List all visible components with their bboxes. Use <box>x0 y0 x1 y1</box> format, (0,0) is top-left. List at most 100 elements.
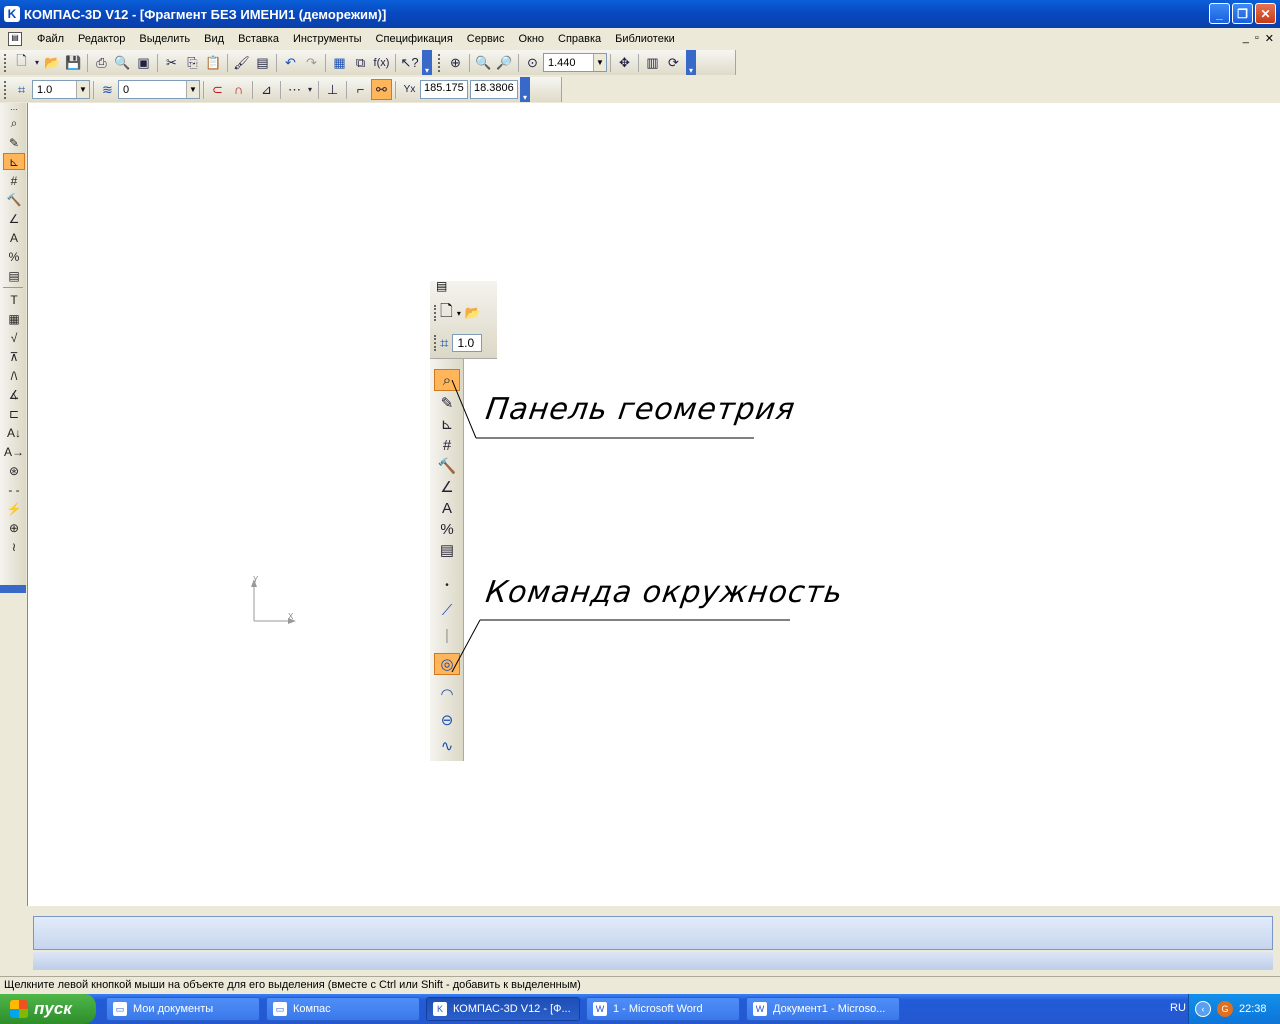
hammer-icon[interactable]: 🔨 <box>3 191 25 208</box>
menu-select[interactable]: Выделить <box>132 33 197 45</box>
zoom-window-icon[interactable]: ⊕ <box>445 52 466 73</box>
tray-app-icon[interactable]: G <box>1217 1001 1233 1017</box>
refresh-icon[interactable]: ⟳ <box>663 52 684 73</box>
grid-dropdown-icon[interactable]: ▾ <box>305 79 315 100</box>
mdi-minimize-button[interactable]: _ <box>1243 32 1249 45</box>
ortho-mode-icon[interactable]: ⌐ <box>350 79 371 100</box>
chevron-down-icon[interactable]: ▼ <box>76 81 89 98</box>
geometry-panel-icon[interactable]: ⌕ <box>3 115 25 132</box>
chevron-down-icon[interactable]: ▼ <box>186 81 199 98</box>
grid-panel-icon[interactable]: # <box>3 172 25 189</box>
cut-icon[interactable]: ✂ <box>161 52 182 73</box>
axis-line-icon[interactable]: - - <box>3 481 25 498</box>
lightning-icon[interactable]: ⚡ <box>3 500 25 517</box>
document-icon[interactable]: ▤ <box>8 32 22 46</box>
snap-settings-icon[interactable]: ∩ <box>228 79 249 100</box>
orthogonal-icon[interactable]: ⊥ <box>322 79 343 100</box>
toolbar-options-icon[interactable]: ▾ <box>422 50 432 75</box>
menu-view[interactable]: Вид <box>197 33 231 45</box>
toolbar-grip[interactable] <box>4 80 7 99</box>
view-arrow-icon[interactable]: A→ <box>3 443 25 460</box>
position-icon[interactable]: ∡ <box>3 386 25 403</box>
new-document-icon[interactable]: 🗋 <box>11 52 32 73</box>
chevron-left-icon[interactable]: ‹ <box>1195 1001 1211 1017</box>
print-icon[interactable]: ⎙ <box>91 52 112 73</box>
layer-combo[interactable]: 0 ▼ <box>118 80 200 99</box>
task-kompas-app[interactable]: K КОМПАС-3D V12 - [Ф... <box>426 997 580 1021</box>
dimensions-icon[interactable]: ⊾ <box>3 153 25 170</box>
properties-icon[interactable]: ▤ <box>252 52 273 73</box>
start-button[interactable]: пуск <box>0 994 96 1024</box>
spec-icon[interactable]: ▤ <box>3 267 25 284</box>
format-brush-icon[interactable]: 🖌 <box>231 52 252 73</box>
clock[interactable]: 22:38 <box>1239 1003 1267 1015</box>
local-cs-icon[interactable]: ⊿ <box>256 79 277 100</box>
menu-file[interactable]: Файл <box>30 33 71 45</box>
menu-window[interactable]: Окно <box>511 33 551 45</box>
measure-icon[interactable]: A <box>3 229 25 246</box>
copy-icon[interactable]: ⎘ <box>182 52 203 73</box>
coord-y-field[interactable]: 18.3806 <box>470 80 518 99</box>
manager-icon[interactable]: ▦ <box>329 52 350 73</box>
edit-icon[interactable]: ✎ <box>3 134 25 151</box>
toolbar-grip[interactable] <box>4 53 7 72</box>
variables-fx-icon[interactable]: f(x) <box>371 52 392 73</box>
node-icon[interactable]: ⊛ <box>3 462 25 479</box>
zoom-in-icon[interactable]: 🔍 <box>473 52 494 73</box>
menu-editor[interactable]: Редактор <box>71 33 132 45</box>
menu-service[interactable]: Сервис <box>460 33 512 45</box>
leader-icon[interactable]: /\ <box>3 367 25 384</box>
menu-tools[interactable]: Инструменты <box>286 33 369 45</box>
toolbar-options-icon[interactable]: ▾ <box>686 50 696 75</box>
open-icon[interactable]: 📂 <box>42 52 63 73</box>
wave-line-icon[interactable]: ≀ <box>3 538 25 555</box>
chevron-down-icon[interactable]: ▼ <box>593 54 606 71</box>
coord-x-field[interactable]: 185.175 <box>420 80 468 99</box>
language-indicator[interactable]: RU <box>1170 1002 1186 1014</box>
new-dropdown-icon[interactable]: ▾ <box>32 52 42 73</box>
print-preview-icon[interactable]: 🔍 <box>112 52 133 73</box>
grid-icon[interactable]: ⋯ <box>284 79 305 100</box>
undo-icon[interactable]: ↶ <box>280 52 301 73</box>
show-all-icon[interactable]: ▥ <box>642 52 663 73</box>
task-kompas-folder[interactable]: ▭ Компас <box>266 997 420 1021</box>
zoom-combo[interactable]: 1.440 ▼ <box>543 53 607 72</box>
toolbar-grip[interactable] <box>438 53 441 72</box>
step-combo[interactable]: 1.0 ▼ <box>32 80 90 99</box>
save-icon[interactable]: 💾 <box>63 52 84 73</box>
help-pointer-icon[interactable]: ↖? <box>399 52 420 73</box>
property-panel-content[interactable] <box>33 916 1273 950</box>
task-word-document1[interactable]: W Документ1 - Microso... <box>746 997 900 1021</box>
pan-icon[interactable]: ✥ <box>614 52 635 73</box>
parametrization-icon[interactable]: ∠ <box>3 210 25 227</box>
close-button[interactable]: ✕ <box>1255 3 1276 24</box>
task-word-1[interactable]: W 1 - Microsoft Word <box>586 997 740 1021</box>
layers-icon[interactable]: ≋ <box>97 79 118 100</box>
form-tolerance-icon[interactable]: ⊏ <box>3 405 25 422</box>
library-icon[interactable]: ⧉ <box>350 52 371 73</box>
paste-icon[interactable]: 📋 <box>203 52 224 73</box>
menu-insert[interactable]: Вставка <box>231 33 286 45</box>
zoom-scale-icon[interactable]: ⊙ <box>522 52 543 73</box>
table-icon[interactable]: ▦ <box>3 310 25 327</box>
menu-specification[interactable]: Спецификация <box>369 33 460 45</box>
round-coords-icon[interactable]: ⚯ <box>371 79 392 100</box>
cursor-step-icon[interactable]: ⌗ <box>11 79 32 100</box>
toolbar-options-icon[interactable] <box>0 585 26 593</box>
preview-icon[interactable]: ▣ <box>133 52 154 73</box>
redo-icon[interactable]: ↷ <box>301 52 322 73</box>
center-mark-icon[interactable]: ⊕ <box>3 519 25 536</box>
roughness-icon[interactable]: √ <box>3 329 25 346</box>
menu-libraries[interactable]: Библиотеки <box>608 33 682 45</box>
menu-help[interactable]: Справка <box>551 33 608 45</box>
restore-button[interactable]: ❐ <box>1232 3 1253 24</box>
toolbar-options-icon[interactable]: ▾ <box>520 77 530 102</box>
minimize-button[interactable]: _ <box>1209 3 1230 24</box>
base-icon[interactable]: ⊼ <box>3 348 25 365</box>
snap-magnet-icon[interactable]: ⊂ <box>207 79 228 100</box>
mdi-restore-button[interactable]: ▫ <box>1255 32 1259 45</box>
cut-line-icon[interactable]: A↓ <box>3 424 25 441</box>
text-icon[interactable]: T <box>3 291 25 308</box>
select-icon[interactable]: % <box>3 248 25 265</box>
task-my-documents[interactable]: ▭ Мои документы <box>106 997 260 1021</box>
